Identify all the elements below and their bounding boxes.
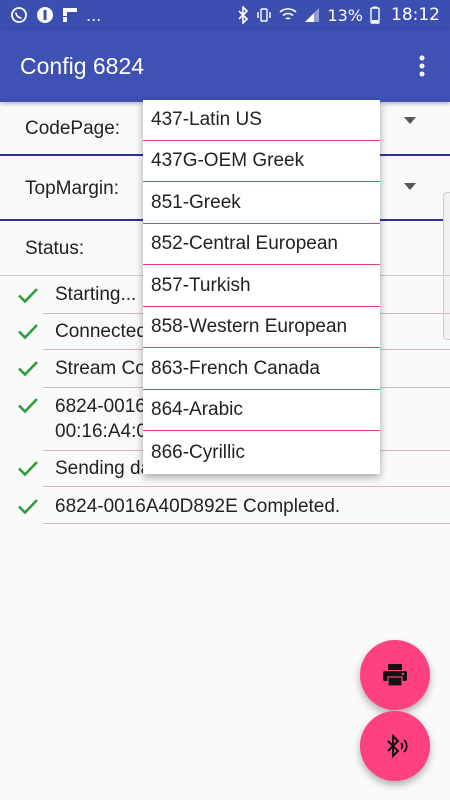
page-title: Config 6824 xyxy=(20,52,145,79)
dropdown-option[interactable]: 866-Cyrillic xyxy=(143,432,380,473)
log-text: Connected xyxy=(55,321,147,342)
more-notifications-indicator: ... xyxy=(86,5,102,25)
signal-icon xyxy=(304,7,320,23)
dropdown-option[interactable]: 858-Western European xyxy=(143,307,380,348)
dropdown-option[interactable]: 852-Central European xyxy=(143,224,380,265)
log-text: Starting... xyxy=(55,284,137,305)
log-separator xyxy=(43,486,450,487)
status-label: Status: xyxy=(25,238,85,259)
flipboard-icon xyxy=(62,7,78,23)
vibrate-icon xyxy=(256,7,272,23)
dropdown-option[interactable]: 851-Greek xyxy=(143,183,380,224)
log-text: 6824-0016A40D892E Completed. xyxy=(55,496,341,517)
codepage-dropdown-arrow-icon[interactable] xyxy=(404,117,416,124)
dropdown-option[interactable]: 863-French Canada xyxy=(143,349,380,390)
overflow-menu-button[interactable] xyxy=(398,42,446,90)
app-bar: Config 6824 xyxy=(0,30,450,102)
battery-percentage: 13% xyxy=(327,5,363,25)
codepage-label: CodePage: xyxy=(25,118,121,139)
topmargin-label: TopMargin: xyxy=(25,177,119,199)
battery-icon xyxy=(370,6,380,24)
log-separator xyxy=(43,523,450,524)
check-icon xyxy=(16,319,40,343)
blocked-icon xyxy=(36,6,54,24)
check-icon xyxy=(16,356,40,380)
dropdown-option[interactable]: 864-Arabic xyxy=(143,390,380,431)
whatsapp-icon xyxy=(10,6,28,24)
dropdown-option[interactable]: 437-Latin US xyxy=(143,100,380,141)
more-vert-icon xyxy=(419,55,425,77)
check-icon xyxy=(16,494,40,518)
check-icon xyxy=(16,283,40,307)
check-icon xyxy=(16,393,40,417)
bluetooth-icon xyxy=(237,6,249,24)
print-icon xyxy=(383,664,407,687)
system-status-bar: ... 13% 18:12 xyxy=(0,0,450,30)
log-item: 6824-0016A40D892E Completed. xyxy=(0,488,450,524)
check-icon xyxy=(16,456,40,480)
topmargin-dropdown-arrow-icon[interactable] xyxy=(404,183,416,190)
bluetooth-connect-button[interactable] xyxy=(360,711,430,781)
dropdown-option[interactable]: 857-Turkish xyxy=(143,266,380,307)
log-text-line1: 6824-0016 xyxy=(55,396,146,417)
bluetooth-searching-icon xyxy=(387,734,408,758)
log-text-line2: 00:16:A4:0 xyxy=(55,421,147,442)
codepage-dropdown-menu: 437-Latin US 437G-OEM Greek 851-Greek 85… xyxy=(143,100,380,474)
log-text: Stream Co xyxy=(55,358,146,379)
wifi-icon xyxy=(279,7,297,23)
dropdown-option[interactable]: 437G-OEM Greek xyxy=(143,141,380,182)
print-button[interactable] xyxy=(360,640,430,710)
clock: 18:12 xyxy=(391,5,440,25)
